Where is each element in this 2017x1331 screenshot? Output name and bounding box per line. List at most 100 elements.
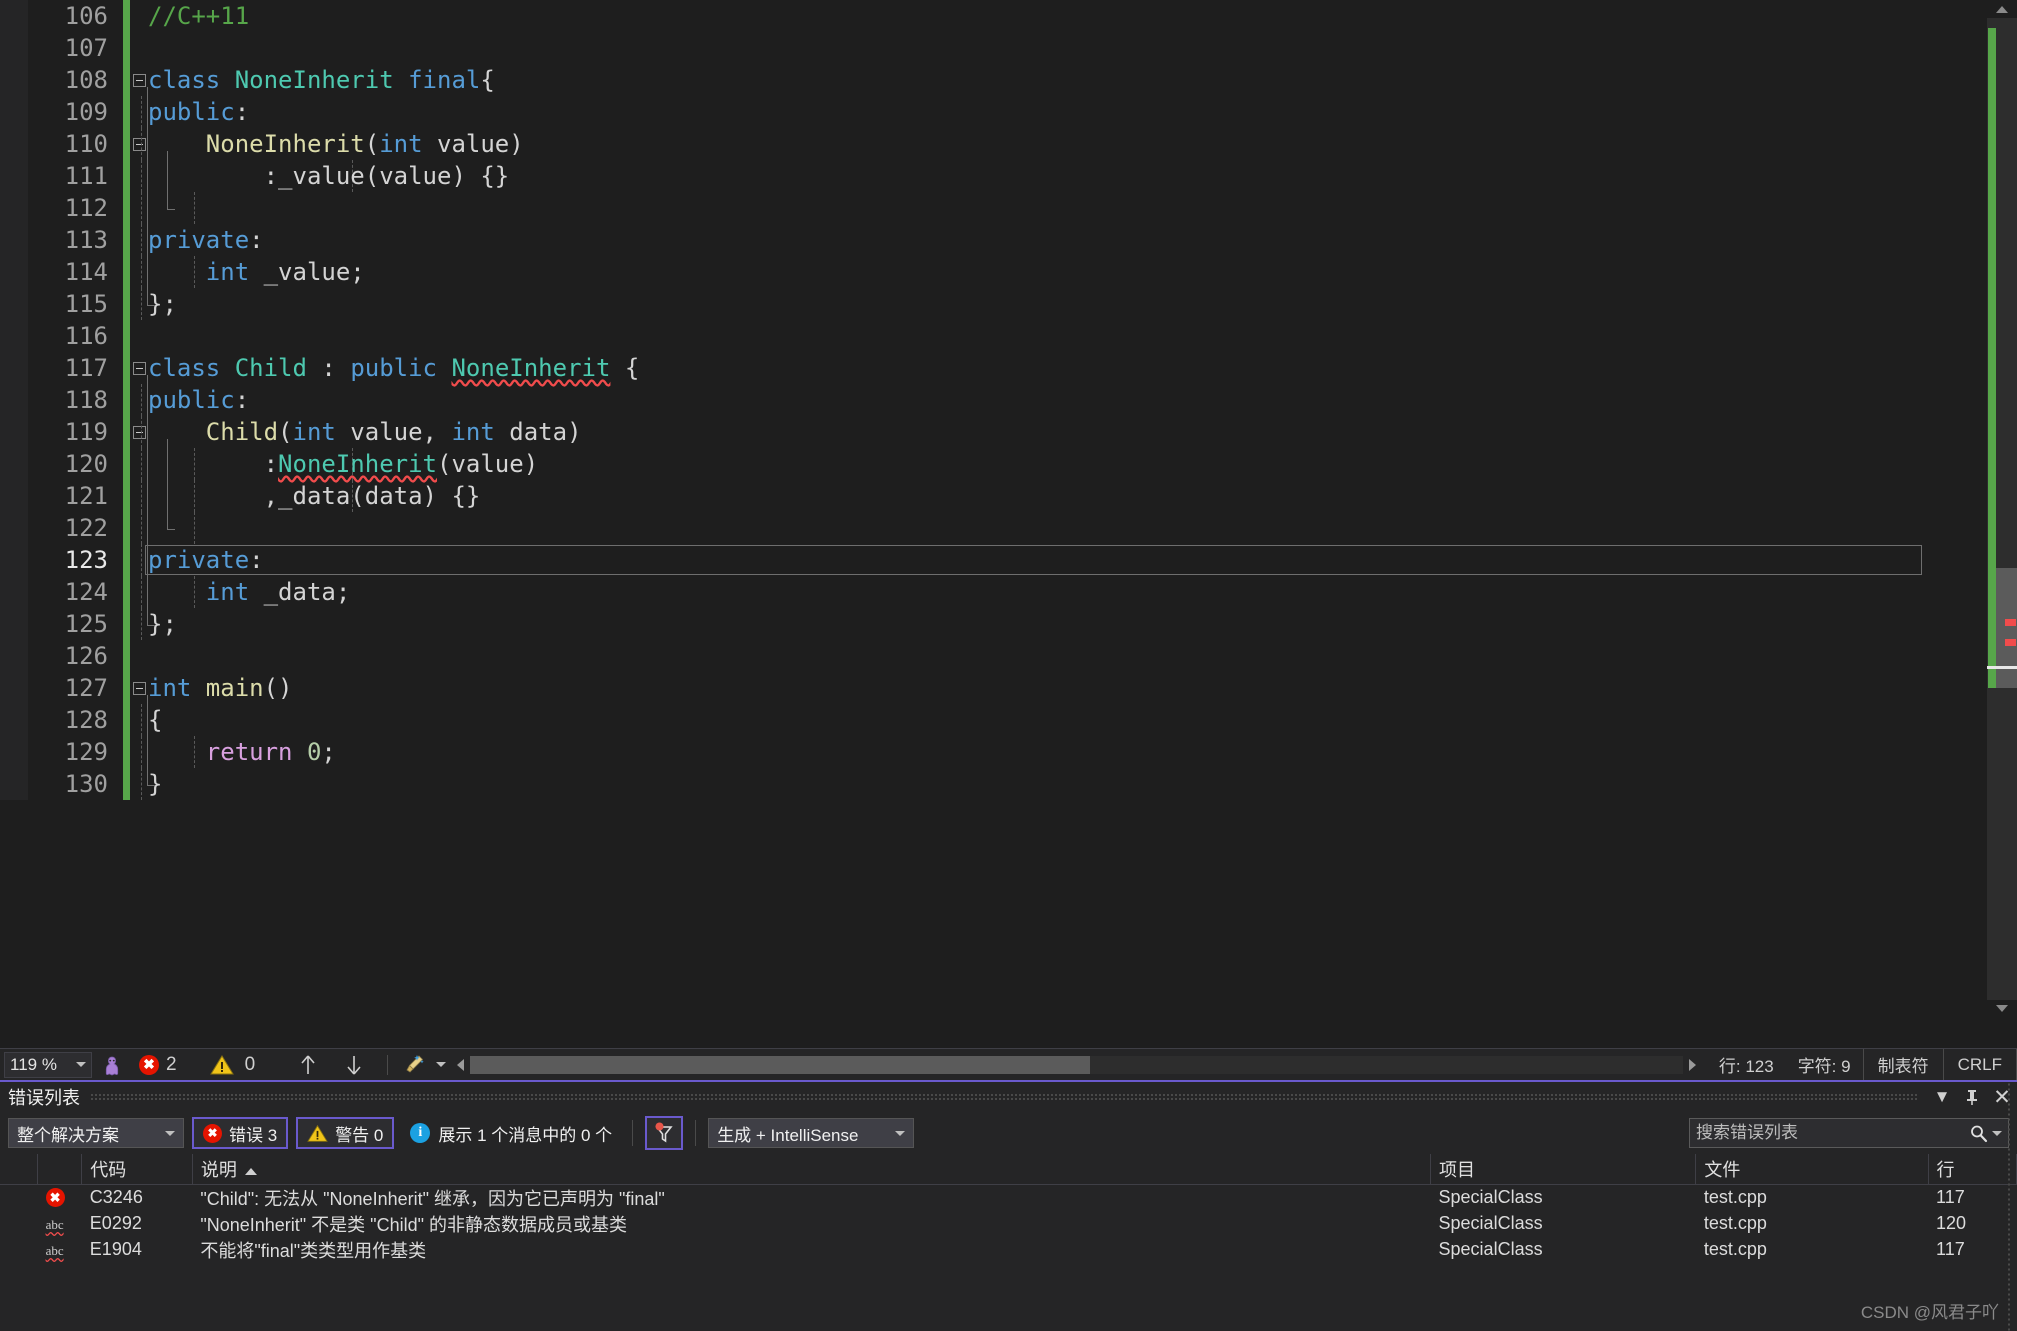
scroll-down-arrow-icon[interactable] (1987, 1000, 2017, 1018)
zoom-level-combo[interactable]: 119 % (4, 1051, 92, 1078)
code-text[interactable]: NoneInherit(int value) (148, 128, 524, 160)
editor-gutter[interactable] (0, 320, 28, 352)
code-text[interactable]: { (148, 704, 162, 736)
search-dropdown-chevron-icon[interactable] (1992, 1130, 2002, 1136)
editor-gutter[interactable] (0, 544, 28, 576)
code-line[interactable]: 129 return 0; (0, 736, 1930, 768)
chevron-down-icon[interactable] (76, 1062, 86, 1067)
table-row[interactable]: abc E0292 "NoneInherit" 不是类 "Child" 的非静态数据… (0, 1211, 2017, 1237)
code-line[interactable]: 124 int _data; (0, 576, 1930, 608)
code-text[interactable]: return 0; (148, 736, 336, 768)
funnel-filter-icon[interactable] (645, 1116, 684, 1150)
editor-gutter[interactable] (0, 128, 28, 160)
editor-gutter[interactable] (0, 192, 28, 224)
panel-resize-grip[interactable] (2007, 1082, 2011, 1331)
scroll-left-arrow-icon[interactable] (452, 1054, 470, 1076)
table-row[interactable]: ✖ C3246 "Child": 无法从 "NoneInherit" 继承，因为它已… (0, 1184, 2017, 1211)
code-text[interactable]: :NoneInherit(value) (148, 448, 539, 480)
code-text[interactable]: }; (148, 608, 177, 640)
code-line[interactable]: 130} (0, 768, 1930, 800)
editor-gutter[interactable] (0, 64, 28, 96)
error-list-table[interactable]: 代码 说明 项目 文件 行 ✖ C3246 "Child": 无法从 "NoneIn… (0, 1154, 2017, 1263)
editor-gutter[interactable] (0, 416, 28, 448)
code-line[interactable]: 128 { (0, 704, 1930, 736)
titlebar-drag-handle[interactable] (90, 1093, 1917, 1101)
code-line[interactable]: 118 public: (0, 384, 1930, 416)
code-line[interactable]: 121 ,_data(data) {} (0, 480, 1930, 512)
editor-gutter[interactable] (0, 704, 28, 736)
error-search-box[interactable] (1689, 1118, 2009, 1148)
editor-gutter[interactable] (0, 576, 28, 608)
row-selector[interactable] (0, 1211, 38, 1237)
code-text[interactable]: private: (148, 544, 264, 576)
vertical-scrollbar-thumb[interactable] (1996, 568, 2017, 688)
column-header-description[interactable]: 说明 (192, 1154, 1432, 1185)
build-source-combo[interactable]: 生成 + IntelliSense (708, 1118, 915, 1148)
status-line-ending[interactable]: CRLF (1944, 1048, 2017, 1081)
broom-icon[interactable] (398, 1053, 432, 1077)
code-line[interactable]: 119 Child(int value, int data) (0, 416, 1930, 448)
code-text[interactable]: int main() (148, 672, 293, 704)
code-line[interactable]: 115}; (0, 288, 1930, 320)
code-lines[interactable]: 106//C++11 107 108 class NoneInherit final{… (0, 0, 1930, 800)
code-text[interactable]: Child(int value, int data) (148, 416, 582, 448)
search-icon[interactable] (1969, 1124, 1988, 1143)
code-line[interactable]: 122 (0, 512, 1930, 544)
code-editor[interactable]: 106//C++11 107 108 class NoneInherit final{… (0, 0, 2017, 1048)
column-header-project[interactable]: 项目 (1430, 1154, 1697, 1185)
messages-filter-toggle[interactable]: i 展示 1 个消息中的 0 个 (402, 1117, 620, 1149)
scope-filter-combo[interactable]: 整个解决方案 (8, 1118, 184, 1148)
horizontal-scrollbar-track[interactable] (470, 1055, 1683, 1074)
search-input[interactable] (1696, 1123, 1965, 1143)
code-text[interactable]: private: (148, 224, 264, 256)
column-header-code[interactable]: 代码 (81, 1154, 193, 1185)
code-line[interactable]: 125}; (0, 608, 1930, 640)
editor-gutter[interactable] (0, 0, 28, 32)
fold-collapse-icon[interactable] (133, 426, 146, 439)
code-text[interactable]: //C++11 (148, 0, 249, 32)
code-line[interactable]: 117 class Child : public NoneInherit { (0, 352, 1930, 384)
code-line[interactable]: 113 private: (0, 224, 1930, 256)
editor-gutter[interactable] (0, 32, 28, 64)
code-text[interactable]: :_value(value) {} (148, 160, 510, 192)
error-status-icon[interactable]: ✖ (132, 1054, 166, 1075)
pin-icon[interactable] (1957, 1083, 1987, 1111)
errors-filter-toggle[interactable]: ✖ 错误 3 (192, 1117, 289, 1149)
editor-gutter[interactable] (0, 352, 28, 384)
editor-gutter[interactable] (0, 224, 28, 256)
close-icon[interactable]: ✕ (1987, 1083, 2017, 1111)
code-text[interactable]: }; (148, 288, 177, 320)
code-line[interactable]: 109 public: (0, 96, 1930, 128)
person-icon[interactable] (92, 1054, 132, 1076)
arrow-down-icon[interactable] (331, 1053, 377, 1077)
column-header-file[interactable]: 文件 (1695, 1154, 1929, 1185)
code-line[interactable]: 108 class NoneInherit final{ (0, 64, 1930, 96)
editor-gutter[interactable] (0, 96, 28, 128)
warnings-filter-toggle[interactable]: 警告 0 (296, 1117, 395, 1149)
editor-gutter[interactable] (0, 448, 28, 480)
editor-gutter[interactable] (0, 288, 28, 320)
code-line[interactable]: 111 :_value(value) {} (0, 160, 1930, 192)
column-header-select[interactable] (0, 1154, 39, 1185)
horizontal-scrollbar-thumb[interactable] (470, 1055, 1091, 1074)
arrow-up-icon[interactable] (285, 1053, 331, 1077)
code-line[interactable]: 123 private: (0, 544, 1930, 576)
code-line[interactable]: 107 (0, 32, 1930, 64)
code-line[interactable]: 127 int main() (0, 672, 1930, 704)
editor-gutter[interactable] (0, 608, 28, 640)
editor-gutter[interactable] (0, 640, 28, 672)
column-header-line[interactable]: 行 (1928, 1154, 2017, 1185)
status-tab-mode[interactable]: 制表符 (1862, 1048, 1944, 1081)
fold-collapse-icon[interactable] (133, 362, 146, 375)
code-text[interactable]: } (148, 768, 162, 800)
row-selector[interactable] (0, 1184, 38, 1211)
code-text[interactable]: int _data; (148, 576, 351, 608)
code-line[interactable]: 120 :NoneInherit(value) (0, 448, 1930, 480)
row-selector[interactable] (0, 1237, 38, 1263)
code-line[interactable]: 112 (0, 192, 1930, 224)
editor-gutter[interactable] (0, 672, 28, 704)
fold-collapse-icon[interactable] (133, 138, 146, 151)
editor-gutter[interactable] (0, 512, 28, 544)
editor-gutter[interactable] (0, 256, 28, 288)
code-line[interactable]: 114 int _value; (0, 256, 1930, 288)
